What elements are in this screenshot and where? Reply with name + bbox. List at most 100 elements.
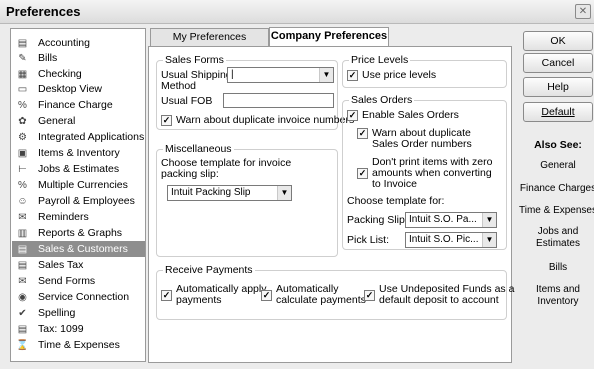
sidebar-item-label: Send Forms <box>38 275 96 287</box>
sidebar-item-label: Bills <box>38 52 58 64</box>
sidebar-item-label: Jobs & Estimates <box>38 163 120 175</box>
percent-icon: % <box>18 99 27 111</box>
undeposited-funds-checkbox[interactable]: ✓ <box>364 290 375 301</box>
sidebar-item[interactable]: ▤ Sales & Customers <box>12 241 145 257</box>
also-see-jobs-label: Jobs and <box>537 226 579 237</box>
sidebar-item[interactable]: % Finance Charge <box>12 97 145 113</box>
sidebar-item[interactable]: ▣ Items & Inventory <box>12 145 145 161</box>
currency-icon: % <box>18 179 27 191</box>
packing-slip-template-select[interactable]: Intuit Packing Slip ▼ <box>167 185 292 201</box>
also-see-general-link[interactable]: General <box>518 160 594 172</box>
auto-calc-payments-checkbox[interactable]: ✓ <box>261 290 272 301</box>
time-icon: ⌛ <box>16 339 29 351</box>
chevron-down-icon[interactable]: ▼ <box>482 233 496 247</box>
so-packing-slip-select[interactable]: Intuit S.O. Pa... ▼ <box>405 212 497 228</box>
ok-button[interactable]: OK <box>523 31 593 51</box>
preferences-panel: Sales Forms Usual Shipping Method | ▼ Us… <box>148 46 514 363</box>
sidebar-item-label: Multiple Currencies <box>38 179 128 191</box>
sidebar-item[interactable]: ▥ Reports & Graphs <box>12 225 145 241</box>
tab-company-preferences[interactable]: Company Preferences <box>269 27 389 47</box>
sales-icon: ▤ <box>17 243 28 255</box>
sidebar-item-label: Time & Expenses <box>38 339 120 351</box>
dont-print-zero-label-3: to Invoice <box>372 178 417 190</box>
sidebar-item[interactable]: ✉ Send Forms <box>12 273 145 289</box>
tax-icon: ▤ <box>17 323 28 335</box>
sidebar-item[interactable]: ▤ Accounting <box>12 35 145 51</box>
so-packing-slip-value: Intuit S.O. Pa... <box>409 214 477 225</box>
sidebar-item[interactable]: ⊢ Jobs & Estimates <box>12 161 145 177</box>
sidebar-item[interactable]: ☺ Payroll & Employees <box>12 193 145 209</box>
warn-duplicate-so-checkbox[interactable]: ✓ <box>357 128 368 139</box>
packing-slip-label: Packing Slip: <box>347 214 408 226</box>
warn-duplicate-so-label-2: Sales Order numbers <box>372 138 472 150</box>
dont-print-zero-checkbox[interactable]: ✓ <box>357 168 368 179</box>
checkbook-icon: ▦ <box>17 68 28 80</box>
warn-duplicate-invoice-label: Warn about duplicate invoice numbers <box>176 114 355 126</box>
so-pick-list-value: Intuit S.O. Pic... <box>409 234 479 245</box>
chevron-down-icon[interactable]: ▼ <box>277 186 291 200</box>
sidebar-item-label: Service Connection <box>38 291 130 303</box>
sidebar-item[interactable]: ✎ Bills <box>12 50 145 66</box>
tab-my-preferences[interactable]: My Preferences <box>150 28 269 46</box>
auto-apply-payments-label-2: payments <box>176 294 222 306</box>
sidebar-item-label: Sales Tax <box>38 259 84 271</box>
jobs-icon: ⊢ <box>18 163 27 175</box>
also-see-title: Also See: <box>534 139 582 151</box>
cancel-button[interactable]: Cancel <box>523 53 593 73</box>
sidebar-item[interactable]: ▦ Checking <box>12 66 145 82</box>
sidebar-item[interactable]: ▤ Tax: 1099 <box>12 321 145 337</box>
desktop-icon: ▭ <box>17 83 28 95</box>
help-button[interactable]: Help <box>523 77 593 97</box>
chevron-down-icon[interactable]: ▼ <box>482 213 496 227</box>
also-see-items-label-2: Inventory <box>537 296 579 307</box>
also-see-jobs-label-2: Estimates <box>536 238 580 249</box>
chevron-down-icon[interactable]: ▼ <box>319 68 333 82</box>
reminders-icon: ✉ <box>18 211 27 223</box>
also-see-items-link[interactable]: Items and Inventory <box>518 284 594 308</box>
sales-orders-title: Sales Orders <box>349 94 415 106</box>
sidebar-item[interactable]: ◉ Service Connection <box>12 289 145 305</box>
spelling-icon: ✔ <box>18 307 27 319</box>
receive-payments-title: Receive Payments <box>163 264 255 276</box>
auto-apply-payments-checkbox[interactable]: ✓ <box>161 290 172 301</box>
sidebar-item[interactable]: ⌛ Time & Expenses <box>12 337 145 353</box>
shipping-method-select[interactable]: | ▼ <box>227 67 334 83</box>
sidebar-item[interactable]: ▤ Sales Tax <box>12 257 145 273</box>
sidebar-item-label: Reports & Graphs <box>38 227 123 239</box>
sidebar-item[interactable]: ▭ Desktop View <box>12 81 145 97</box>
sidebar-item[interactable]: ⚙ Integrated Applications <box>12 129 145 145</box>
sales-forms-title: Sales Forms <box>163 54 226 66</box>
also-see-bills-link[interactable]: Bills <box>518 262 594 274</box>
sidebar-item[interactable]: ✉ Reminders <box>12 209 145 225</box>
payroll-icon: ☺ <box>17 195 28 207</box>
tab-company-preferences-label: Company Preferences <box>270 30 388 42</box>
price-levels-title: Price Levels <box>349 54 411 66</box>
use-price-levels-checkbox[interactable]: ✓ <box>347 70 358 81</box>
undeposited-funds-label-2: default deposit to account <box>379 294 499 306</box>
preferences-category-list[interactable]: ▤ Accounting ✎ Bills ▦ Checking ▭ Desktop View%… <box>10 28 146 362</box>
sidebar-item-label: Items & Inventory <box>38 147 120 159</box>
enable-sales-orders-checkbox[interactable]: ✓ <box>347 110 358 121</box>
also-see-time-link[interactable]: Time & Expenses <box>518 205 594 217</box>
so-pick-list-select[interactable]: Intuit S.O. Pic... ▼ <box>405 232 497 248</box>
sidebar-item[interactable]: ✔ Spelling <box>12 305 145 321</box>
sidebar-item-label: Accounting <box>38 37 90 49</box>
tab-my-preferences-label: My Preferences <box>172 31 247 43</box>
fob-input[interactable] <box>223 93 334 108</box>
reports-icon: ▥ <box>17 227 28 239</box>
send-forms-icon: ✉ <box>18 275 27 287</box>
warn-duplicate-invoice-checkbox[interactable]: ✓ <box>161 115 172 126</box>
sales-tax-icon: ▤ <box>17 259 28 271</box>
sidebar-item[interactable]: % Multiple Currencies <box>12 177 145 193</box>
sidebar-item-label: Reminders <box>38 211 89 223</box>
auto-calc-payments-label-2: calculate payments <box>276 294 366 306</box>
use-price-levels-label: Use price levels <box>362 69 437 81</box>
sidebar-item[interactable]: ✿ General <box>12 113 145 129</box>
default-button[interactable]: Default <box>523 102 593 122</box>
also-see-finance-link[interactable]: Finance Charges <box>518 183 594 195</box>
close-icon[interactable]: ✕ <box>575 4 591 19</box>
bill-icon: ✎ <box>18 52 27 64</box>
also-see-jobs-link[interactable]: Jobs and Estimates <box>518 226 594 250</box>
inventory-icon: ▣ <box>17 147 28 159</box>
window-title: Preferences <box>6 4 81 19</box>
